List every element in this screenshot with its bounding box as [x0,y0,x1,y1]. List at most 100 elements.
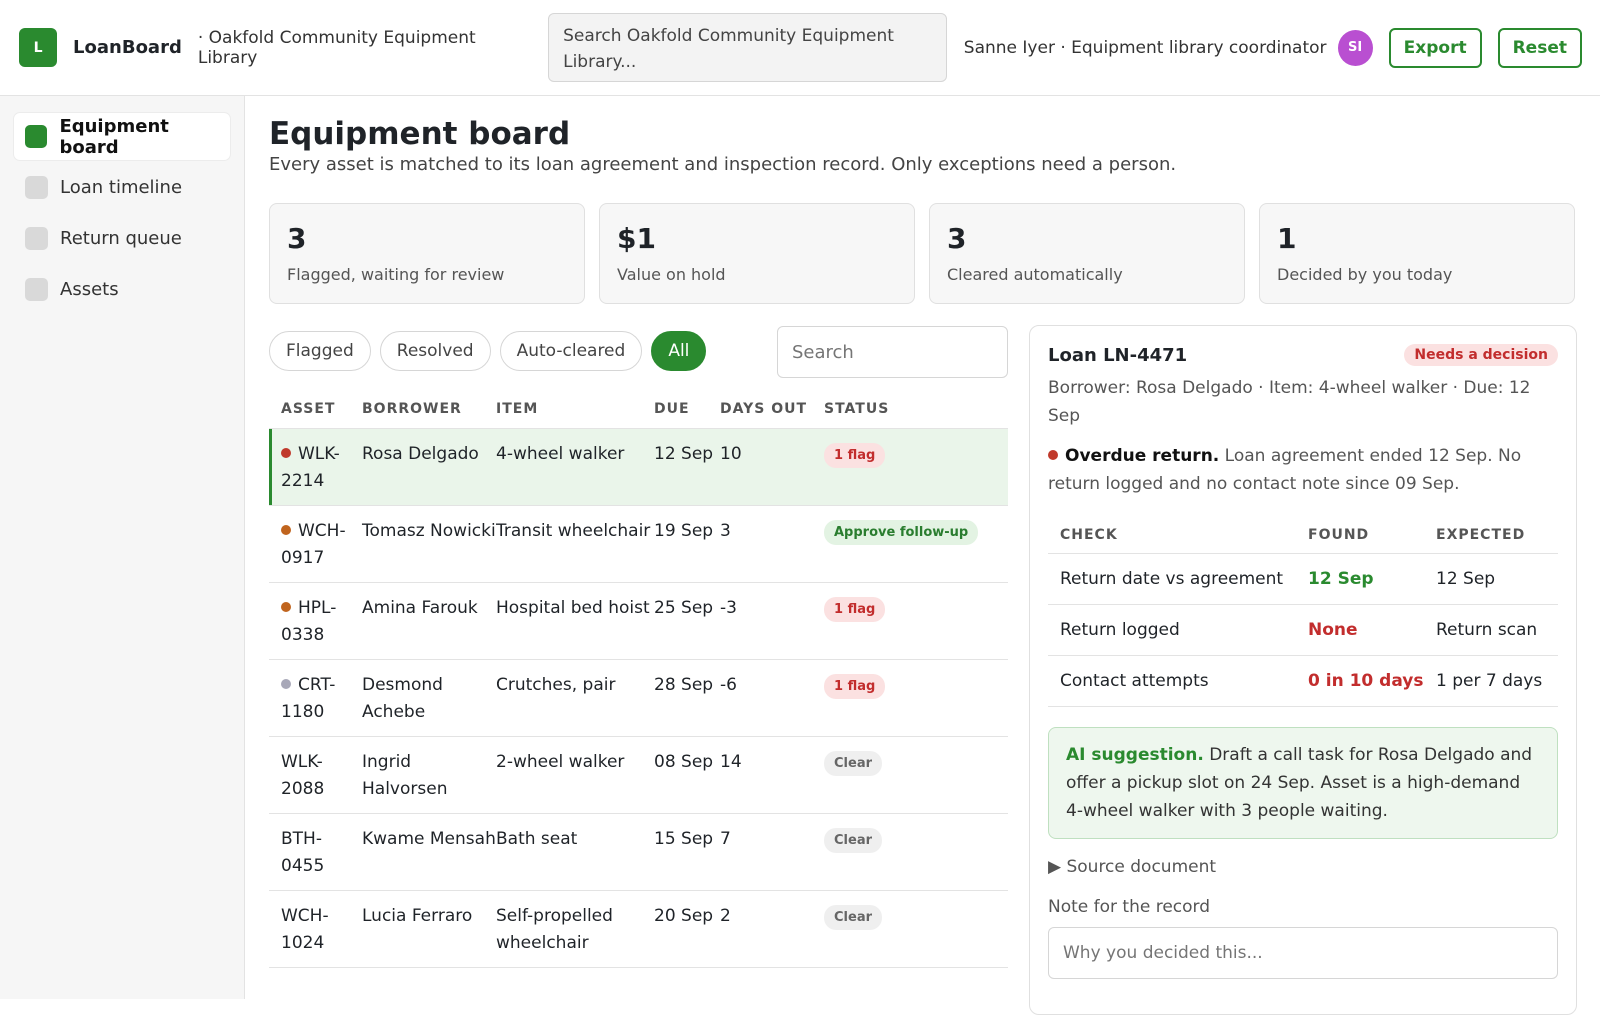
priority-dot-icon [281,448,291,458]
ai-suggestion: AI suggestion. Draft a call task for Ros… [1048,727,1558,839]
stat-card-cleared: 3 Cleared automatically [929,203,1245,304]
filter-pills: Flagged Resolved Auto-cleared All [269,331,707,371]
cell-borrower: Kwame Mensah [362,829,496,849]
checks-table: CHECK FOUND EXPECTED Return date vs agre… [1048,516,1558,707]
cell-item: Crutches, pair [496,675,616,695]
asset-id: BTH-0455 [281,829,325,876]
stat-label: Decided by you today [1277,265,1453,284]
stat-value: 1 [1277,222,1297,255]
cell-asset: WLK-2214 [269,429,362,505]
table-header: ASSET BORROWER ITEM DUE DAYS OUT STATUS [269,389,1008,429]
main-content: Equipment board Every asset is matched t… [245,96,1600,1015]
export-button[interactable]: Export [1388,27,1482,68]
app-name: LoanBoard [73,37,182,58]
cell-status: Approve follow-up [824,506,1008,582]
sidebar-item-assets[interactable]: Assets [14,266,230,313]
filter-resolved[interactable]: Resolved [379,331,491,371]
cell-due: 19 Sep [654,521,714,541]
return-queue-icon [25,227,48,250]
cell-borrower: Amina Farouk [362,598,478,618]
table-row[interactable]: WLK-2088 Ingrid Halvorsen 2-wheel walker 08… [269,737,1008,814]
equipment-board-icon [25,125,48,148]
cell-asset: WLK-2088 [269,737,362,813]
top-bar: L LoanBoard · Oakfold Community Equipmen… [0,0,1600,96]
column-header[interactable]: ASSET [269,401,362,417]
avatar[interactable]: SI [1337,29,1373,66]
cell-due: 28 Sep [654,675,714,695]
sidebar-item-label: Return queue [60,228,182,249]
stat-value: $1 [617,222,656,255]
cell-status: 1 flag [824,660,1008,736]
column-header[interactable]: BORROWER [362,401,496,417]
status-badge: Clear [824,905,882,930]
cell-days-out: 3 [720,521,731,541]
table-row[interactable]: HPL-0338 Amina Farouk Hospital bed hoist 25… [269,583,1008,660]
cell-item: Hospital bed hoist [496,598,650,618]
cell-days-out: 14 [720,752,742,772]
cell-borrower: Tomasz Nowicki [362,521,496,541]
cell-days-out: 2 [720,906,731,926]
column-header[interactable]: DUE [654,401,720,417]
table-row[interactable]: WLK-2214 Rosa Delgado 4-wheel walker 12 Sep… [269,429,1008,506]
cell-status: 1 flag [824,583,1008,659]
cell-asset: HPL-0338 [269,583,362,659]
filter-flagged[interactable]: Flagged [269,331,371,371]
sidebar: Equipment board Loan timeline Return que… [0,96,245,999]
cell-asset: BTH-0455 [269,814,362,890]
cell-due: 15 Sep [654,829,714,849]
stat-card-value-on-hold: $1 Value on hold [599,203,915,304]
check-found: 0 in 10 days [1308,671,1424,691]
note-input[interactable] [1048,927,1558,979]
column-header[interactable]: STATUS [824,401,1008,417]
ai-suggestion-label: AI suggestion. [1066,745,1204,765]
stat-value: 3 [287,222,307,255]
asset-id: WCH-1024 [281,906,329,953]
loan-timeline-icon [25,176,48,199]
column-header[interactable]: ITEM [496,401,654,417]
check-row: Return logged None Return scan [1048,605,1558,656]
cell-borrower: Desmond Achebe [362,675,443,722]
column-header: FOUND [1308,526,1370,543]
global-search-input[interactable]: Search Oakfold Community Equipment Libra… [548,13,947,82]
table-search-input[interactable] [777,326,1008,378]
table-row[interactable]: WCH-0917 Tomasz Nowicki Transit wheelchair… [269,506,1008,583]
filter-all[interactable]: All [651,331,707,371]
cell-borrower: Ingrid Halvorsen [362,752,448,799]
sidebar-item-return-queue[interactable]: Return queue [14,215,230,262]
sidebar-item-loan-timeline[interactable]: Loan timeline [14,164,230,211]
loan-detail-panel: Loan LN-4471 Needs a decision Borrower: … [1029,325,1577,1015]
column-header[interactable]: DAYS OUT [720,401,824,417]
checks-header: CHECK FOUND EXPECTED [1048,516,1558,554]
note-label: Note for the record [1048,897,1211,917]
source-document-toggle[interactable]: ▶ Source document [1048,857,1558,877]
cell-days-out: -3 [720,598,737,618]
sidebar-item-equipment-board[interactable]: Equipment board [14,113,230,160]
org-name: · Oakfold Community Equipment Library [197,27,476,68]
reset-button[interactable]: Reset [1497,27,1582,68]
cell-due: 25 Sep [654,598,714,618]
table-row[interactable]: CRT-1180 Desmond Achebe Crutches, pair 28 S… [269,660,1008,737]
sidebar-item-label: Equipment board [59,115,169,158]
cell-asset: WCH-0917 [269,506,362,582]
status-badge: Approve follow-up [824,520,979,545]
table-row[interactable]: WCH-1024 Lucia Ferraro Self-propelled whee… [269,891,1008,968]
cell-item: Transit wheelchair [496,521,651,541]
cell-days-out: 10 [720,444,742,464]
cell-status: Clear [824,737,1008,813]
stat-value: 3 [947,222,967,255]
check-expected: Return scan [1436,620,1538,640]
sidebar-item-label: Assets [60,279,119,300]
stat-label: Flagged, waiting for review [287,265,505,284]
column-header: CHECK [1060,526,1118,543]
status-badge: Clear [824,828,882,853]
filter-auto-cleared[interactable]: Auto-cleared [499,331,643,371]
assets-icon [25,278,48,301]
check-expected: 12 Sep [1436,569,1496,589]
app-logo[interactable]: L [19,28,58,67]
cell-asset: WCH-1024 [269,891,362,967]
cell-borrower: Rosa Delgado [362,444,479,464]
check-row: Return date vs agreement 12 Sep 12 Sep [1048,554,1558,605]
column-header: EXPECTED [1436,526,1526,543]
check-row: Contact attempts 0 in 10 days 1 per 7 da… [1048,656,1558,707]
table-row[interactable]: BTH-0455 Kwame Mensah Bath seat 15 Sep 7 Clea… [269,814,1008,891]
